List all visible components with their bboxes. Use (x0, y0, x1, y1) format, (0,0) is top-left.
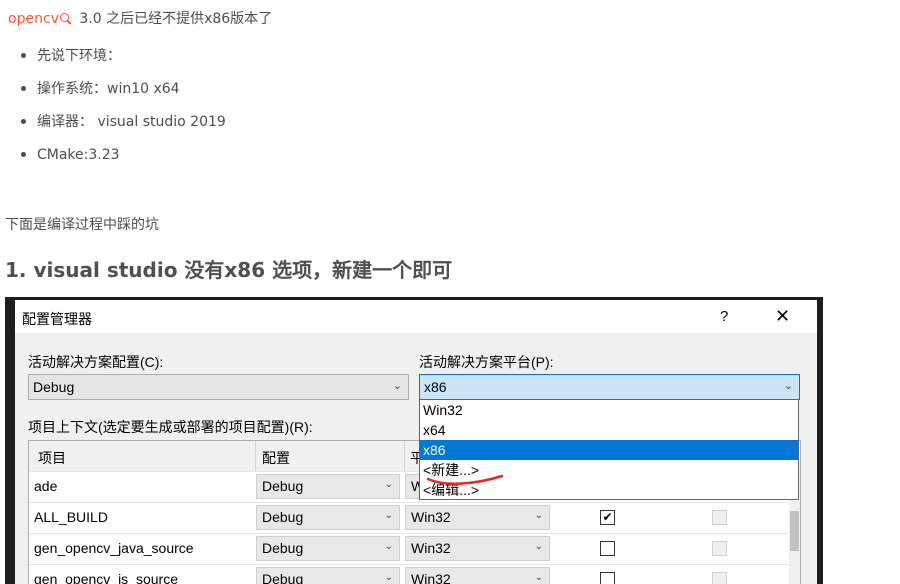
solution-config-label: 活动解决方案配置(C): (28, 354, 164, 370)
solution-config-combo[interactable]: Debug ⌄ (28, 374, 409, 400)
list-item: 操作系统：win10 x64 (0, 79, 226, 112)
search-icon[interactable] (59, 13, 71, 24)
project-name: gen_opencv_java_source (34, 540, 194, 556)
config-value: Debug (262, 478, 304, 494)
platform-value: Win32 (411, 571, 451, 584)
list-item: 编译器： visual studio 2019 (0, 112, 226, 145)
environment-list: 先说下环境： 操作系统：win10 x64 编译器： visual studio… (0, 46, 226, 178)
config-value: Debug (262, 540, 304, 556)
solution-platform-combo[interactable]: x86 ⌄ (419, 374, 800, 400)
scrollbar-thumb[interactable] (790, 511, 799, 551)
platform-select[interactable]: Win32 ⌄ (405, 505, 550, 530)
chevron-down-icon: ⌄ (384, 510, 393, 521)
solution-platform-value: x86 (424, 379, 447, 395)
platform-option-x86[interactable]: x86 (420, 440, 798, 460)
project-name: ade (34, 478, 58, 494)
config-value: Debug (262, 509, 304, 525)
chevron-down-icon: ⌄ (384, 541, 393, 552)
column-divider (404, 441, 405, 471)
build-checkbox[interactable]: ✔ (600, 510, 615, 525)
platform-select[interactable]: Win32 ⌄ (405, 567, 550, 584)
platform-select[interactable]: Win32 ⌄ (405, 536, 550, 561)
screenshot-image: 配置管理器 ? ✕ 活动解决方案配置(C): Debug ⌄ 活动解决方案平台(… (5, 297, 823, 584)
chevron-down-icon: ⌄ (384, 479, 393, 490)
platform-option-x64[interactable]: x64 (420, 420, 798, 440)
list-item: 先说下环境： (0, 46, 226, 79)
config-select[interactable]: Debug ⌄ (256, 567, 400, 584)
config-select[interactable]: Debug ⌄ (256, 505, 400, 530)
paragraph: 下面是编译过程中踩的坑 (5, 217, 159, 233)
chevron-down-icon: ⌄ (384, 572, 393, 583)
dialog-titlebar: 配置管理器 ? ✕ (15, 300, 817, 333)
deploy-checkbox (712, 510, 727, 525)
project-context-label: 项目上下文(选定要生成或部署的项目配置)(R): (28, 419, 313, 435)
platform-option-win32[interactable]: Win32 (420, 400, 798, 420)
chevron-down-icon: ⌄ (534, 510, 543, 521)
project-name: gen_opencv_js_source (34, 571, 178, 584)
table-row: gen_opencv_js_source Debug ⌄ Win32 ⌄ (29, 564, 789, 584)
intro-text: 3.0 之后已经不提供x86版本了 (74, 11, 273, 27)
close-icon[interactable]: ✕ (775, 306, 790, 327)
platform-value: Win32 (411, 509, 451, 525)
config-manager-dialog: 配置管理器 ? ✕ 活动解决方案配置(C): Debug ⌄ 活动解决方案平台(… (15, 300, 817, 584)
build-checkbox[interactable] (600, 572, 615, 584)
deploy-checkbox (712, 541, 727, 556)
deploy-checkbox (712, 572, 727, 584)
config-select[interactable]: Debug ⌄ (256, 474, 400, 499)
table-row: gen_opencv_java_source Debug ⌄ Win32 ⌄ (29, 533, 789, 565)
solution-config-value: Debug (33, 379, 75, 395)
build-checkbox[interactable] (600, 541, 615, 556)
column-header-config[interactable]: 配置 (262, 448, 290, 468)
opencv-keyword-link[interactable]: opencv (8, 11, 59, 27)
intro-line: opencv 3.0 之后已经不提供x86版本了 (8, 8, 272, 28)
table-row: ALL_BUILD Debug ⌄ Win32 ⌄ ✔ (29, 502, 789, 534)
dialog-title: 配置管理器 (22, 311, 92, 327)
chevron-down-icon: ⌄ (534, 541, 543, 552)
platform-value: Win32 (411, 540, 451, 556)
column-header-project[interactable]: 项目 (38, 448, 66, 468)
platform-option-new[interactable]: <新建...> (420, 460, 798, 480)
platform-dropdown-list: Win32 x64 x86 <新建...> <编辑...> (419, 399, 799, 500)
project-name: ALL_BUILD (34, 509, 108, 525)
help-button[interactable]: ? (720, 308, 728, 325)
chevron-down-icon: ⌄ (534, 572, 543, 583)
config-select[interactable]: Debug ⌄ (256, 536, 400, 561)
solution-platform-label: 活动解决方案平台(P): (419, 354, 554, 370)
section-heading: 1. visual studio 没有x86 选项，新建一个即可 (5, 258, 453, 282)
config-value: Debug (262, 571, 304, 584)
column-divider (255, 441, 256, 471)
platform-option-edit[interactable]: <编辑...> (420, 480, 798, 500)
chevron-down-icon: ⌄ (392, 380, 402, 392)
list-item: CMake:3.23 (0, 145, 226, 178)
chevron-down-icon: ⌄ (783, 380, 793, 392)
